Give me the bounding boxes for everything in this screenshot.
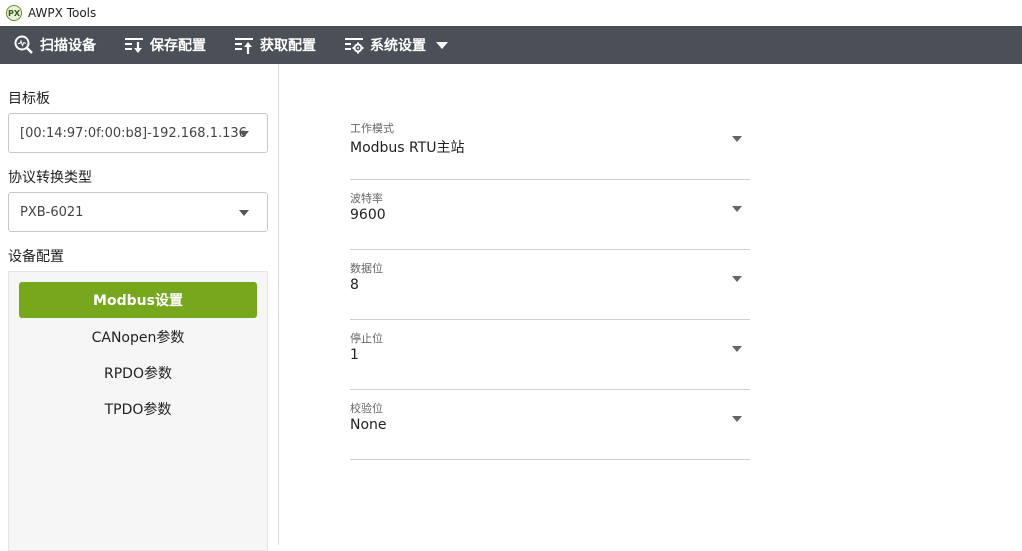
nav-item-rpdo-params[interactable]: RPDO参数 bbox=[19, 355, 257, 391]
chevron-down-icon bbox=[732, 136, 742, 142]
system-settings-button[interactable]: 系统设置 bbox=[330, 26, 462, 64]
nav-item-canopen-params[interactable]: CANopen参数 bbox=[19, 319, 257, 355]
nav-item-modbus-settings[interactable]: Modbus设置 bbox=[19, 282, 257, 318]
chevron-down-icon bbox=[732, 346, 742, 352]
parity-label: 校验位 bbox=[350, 402, 383, 415]
data-bits-value: 8 bbox=[350, 277, 359, 293]
chevron-down-icon bbox=[732, 206, 742, 212]
protocol-type-label: 协议转换类型 bbox=[8, 170, 92, 186]
scan-devices-label: 扫描设备 bbox=[40, 38, 96, 54]
upload-list-icon bbox=[235, 38, 253, 54]
chevron-down-icon[interactable] bbox=[436, 41, 448, 49]
work-mode-label: 工作模式 bbox=[350, 122, 394, 135]
work-mode-value: Modbus RTU主站 bbox=[350, 140, 465, 156]
fetch-config-button[interactable]: 获取配置 bbox=[220, 26, 330, 64]
title-bar: PX AWPX Tools bbox=[0, 0, 1022, 26]
window-title: AWPX Tools bbox=[28, 6, 97, 20]
baud-rate-select[interactable]: 波特率 9600 bbox=[350, 190, 750, 250]
chevron-down-icon bbox=[732, 416, 742, 422]
chevron-down-icon bbox=[239, 210, 249, 216]
fetch-config-label: 获取配置 bbox=[260, 38, 316, 54]
device-config-label: 设备配置 bbox=[8, 249, 64, 265]
baud-rate-value: 9600 bbox=[350, 207, 386, 223]
scan-devices-button[interactable]: 扫描设备 bbox=[0, 26, 110, 64]
app-logo: PX bbox=[6, 5, 22, 21]
target-board-label: 目标板 bbox=[8, 91, 50, 107]
baud-rate-label: 波特率 bbox=[350, 192, 383, 205]
system-settings-label: 系统设置 bbox=[370, 38, 426, 54]
download-list-icon bbox=[125, 38, 143, 53]
stop-bits-select[interactable]: 停止位 1 bbox=[350, 330, 750, 390]
stop-bits-value: 1 bbox=[350, 347, 359, 363]
save-config-label: 保存配置 bbox=[150, 38, 206, 54]
target-board-value: [00:14:97:0f:00:b8]-192.168.1.136 bbox=[20, 125, 247, 141]
work-mode-select[interactable]: 工作模式 Modbus RTU主站 bbox=[350, 120, 750, 180]
chevron-down-icon bbox=[732, 276, 742, 282]
parity-value: None bbox=[350, 417, 387, 433]
protocol-type-value: PXB-6021 bbox=[20, 204, 84, 220]
parity-select[interactable]: 校验位 None bbox=[350, 400, 750, 460]
save-config-button[interactable]: 保存配置 bbox=[110, 26, 220, 64]
device-config-nav: Modbus设置 CANopen参数 RPDO参数 TPDO参数 bbox=[8, 271, 268, 551]
left-panel: 目标板 [00:14:97:0f:00:b8]-192.168.1.136 协议… bbox=[0, 64, 279, 551]
protocol-type-select[interactable]: PXB-6021 bbox=[8, 192, 268, 232]
nav-item-tpdo-params[interactable]: TPDO参数 bbox=[19, 391, 257, 427]
toolbar: 扫描设备 保存配置 获取配置 系统设置 bbox=[0, 26, 1022, 64]
settings-list-icon bbox=[345, 38, 364, 54]
data-bits-select[interactable]: 数据位 8 bbox=[350, 260, 750, 320]
data-bits-label: 数据位 bbox=[350, 262, 383, 275]
chevron-down-icon bbox=[239, 131, 249, 137]
target-board-select[interactable]: [00:14:97:0f:00:b8]-192.168.1.136 bbox=[8, 113, 268, 153]
search-icon bbox=[14, 35, 33, 54]
stop-bits-label: 停止位 bbox=[350, 332, 383, 345]
